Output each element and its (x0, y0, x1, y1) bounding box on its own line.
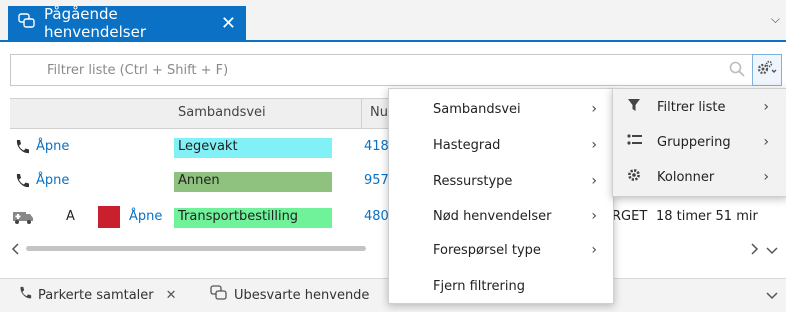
chevron-right-icon: › (763, 99, 769, 115)
settings-menu: Filtrer liste › Gruppering › Kolonner › (612, 88, 786, 197)
sambandsvei-cell: Legevakt (174, 138, 332, 158)
menu-item-label: Sambandsvei (433, 101, 521, 117)
chevron-down-icon[interactable] (766, 289, 778, 305)
column-header-nummer[interactable]: Nu (370, 105, 388, 120)
open-link[interactable]: Åpne (129, 209, 162, 224)
gear-icon (627, 168, 641, 186)
ambulance-icon (12, 209, 34, 229)
chevron-right-icon: › (763, 169, 769, 185)
chevron-left-icon[interactable] (10, 242, 20, 260)
tab-ubesvarte-henvendelser[interactable]: Ubesvarte henvende (210, 285, 369, 305)
menu-item-foresporsel-type[interactable]: Forespørsel type › (389, 235, 613, 265)
priority-letter: A (66, 209, 75, 224)
phone-icon (14, 138, 30, 160)
funnel-icon (627, 98, 641, 116)
menu-item-filtrer-liste[interactable]: Filtrer liste › (613, 90, 786, 124)
close-icon[interactable]: ✕ (221, 13, 236, 34)
filter-box (10, 54, 754, 86)
menu-item-fjern-filtrering[interactable]: Fjern filtrering (389, 271, 613, 301)
top-tab-bar: Pågående henvendelser ✕ ⌵ (0, 0, 786, 42)
menu-item-label: Kolonner (657, 169, 715, 185)
close-icon[interactable]: ✕ (166, 288, 177, 303)
phone-icon (14, 172, 30, 194)
column-divider (361, 99, 362, 128)
column-header-sambandsvei[interactable]: Sambandsvei (178, 105, 266, 120)
chevron-right-icon: › (763, 134, 769, 150)
menu-item-label: Forespørsel type (433, 242, 541, 258)
search-icon (729, 61, 745, 81)
tab-pagaende-henvendelser[interactable]: Pågående henvendelser ✕ (8, 5, 246, 41)
filter-input[interactable] (45, 55, 739, 85)
menu-item-label: Hastegrad (433, 137, 501, 153)
tab-label: Parkerte samtaler (38, 287, 154, 303)
settings-button[interactable] (752, 54, 782, 86)
number-cell[interactable]: 957 (364, 173, 389, 188)
scrollbar-thumb[interactable] (26, 246, 366, 251)
chat-bubbles-icon (18, 13, 36, 33)
menu-item-sambandsvei[interactable]: Sambandsvei › (389, 94, 613, 124)
menu-item-gruppering[interactable]: Gruppering › (613, 125, 786, 159)
menu-item-nod-henvendelser[interactable]: Nød henvendelser › (389, 201, 613, 231)
menu-item-label: Gruppering (657, 134, 731, 150)
tab-label: Ubesvarte henvende (234, 287, 370, 303)
chevron-right-icon: › (591, 173, 597, 189)
chevron-right-icon: › (591, 208, 597, 224)
chevron-right-icon: › (591, 242, 597, 258)
filter-submenu: Sambandsvei › Hastegrad › Ressurstype › … (388, 88, 614, 304)
menu-item-ressurstype[interactable]: Ressurstype › (389, 166, 613, 196)
chat-bubbles-icon (210, 285, 228, 305)
tab-label: Pågående henvendelser (44, 5, 146, 41)
menu-item-label: Nød henvendelser (433, 208, 552, 224)
menu-item-label: Ressurstype (433, 173, 513, 189)
list-icon (627, 133, 643, 151)
target-cell: RGET (612, 209, 648, 224)
gears-icon (756, 60, 778, 80)
menu-item-label: Filtrer liste (657, 99, 726, 115)
menu-item-label: Fjern filtrering (433, 278, 525, 294)
number-cell[interactable]: 480 (364, 209, 389, 224)
time-cell: 18 timer 51 mir (656, 209, 758, 224)
chevron-right-icon[interactable] (750, 242, 760, 260)
open-link[interactable]: Åpne (36, 173, 69, 188)
tab-parkerte-samtaler[interactable]: Parkerte samtaler ✕ (18, 285, 177, 305)
chevron-down-icon[interactable]: ⌵ (771, 12, 780, 27)
open-link[interactable]: Åpne (36, 139, 69, 154)
chevron-right-icon: › (591, 137, 597, 153)
status-badge (98, 206, 120, 228)
menu-item-kolonner[interactable]: Kolonner › (613, 160, 786, 194)
number-cell[interactable]: 418 (364, 139, 389, 154)
sambandsvei-cell: Transportbestilling (174, 208, 332, 228)
phone-icon (18, 285, 32, 305)
chevron-down-icon[interactable] (766, 244, 778, 260)
chevron-right-icon: › (591, 101, 597, 117)
menu-item-hastegrad[interactable]: Hastegrad › (389, 130, 613, 160)
sambandsvei-cell: Annen (174, 172, 332, 192)
